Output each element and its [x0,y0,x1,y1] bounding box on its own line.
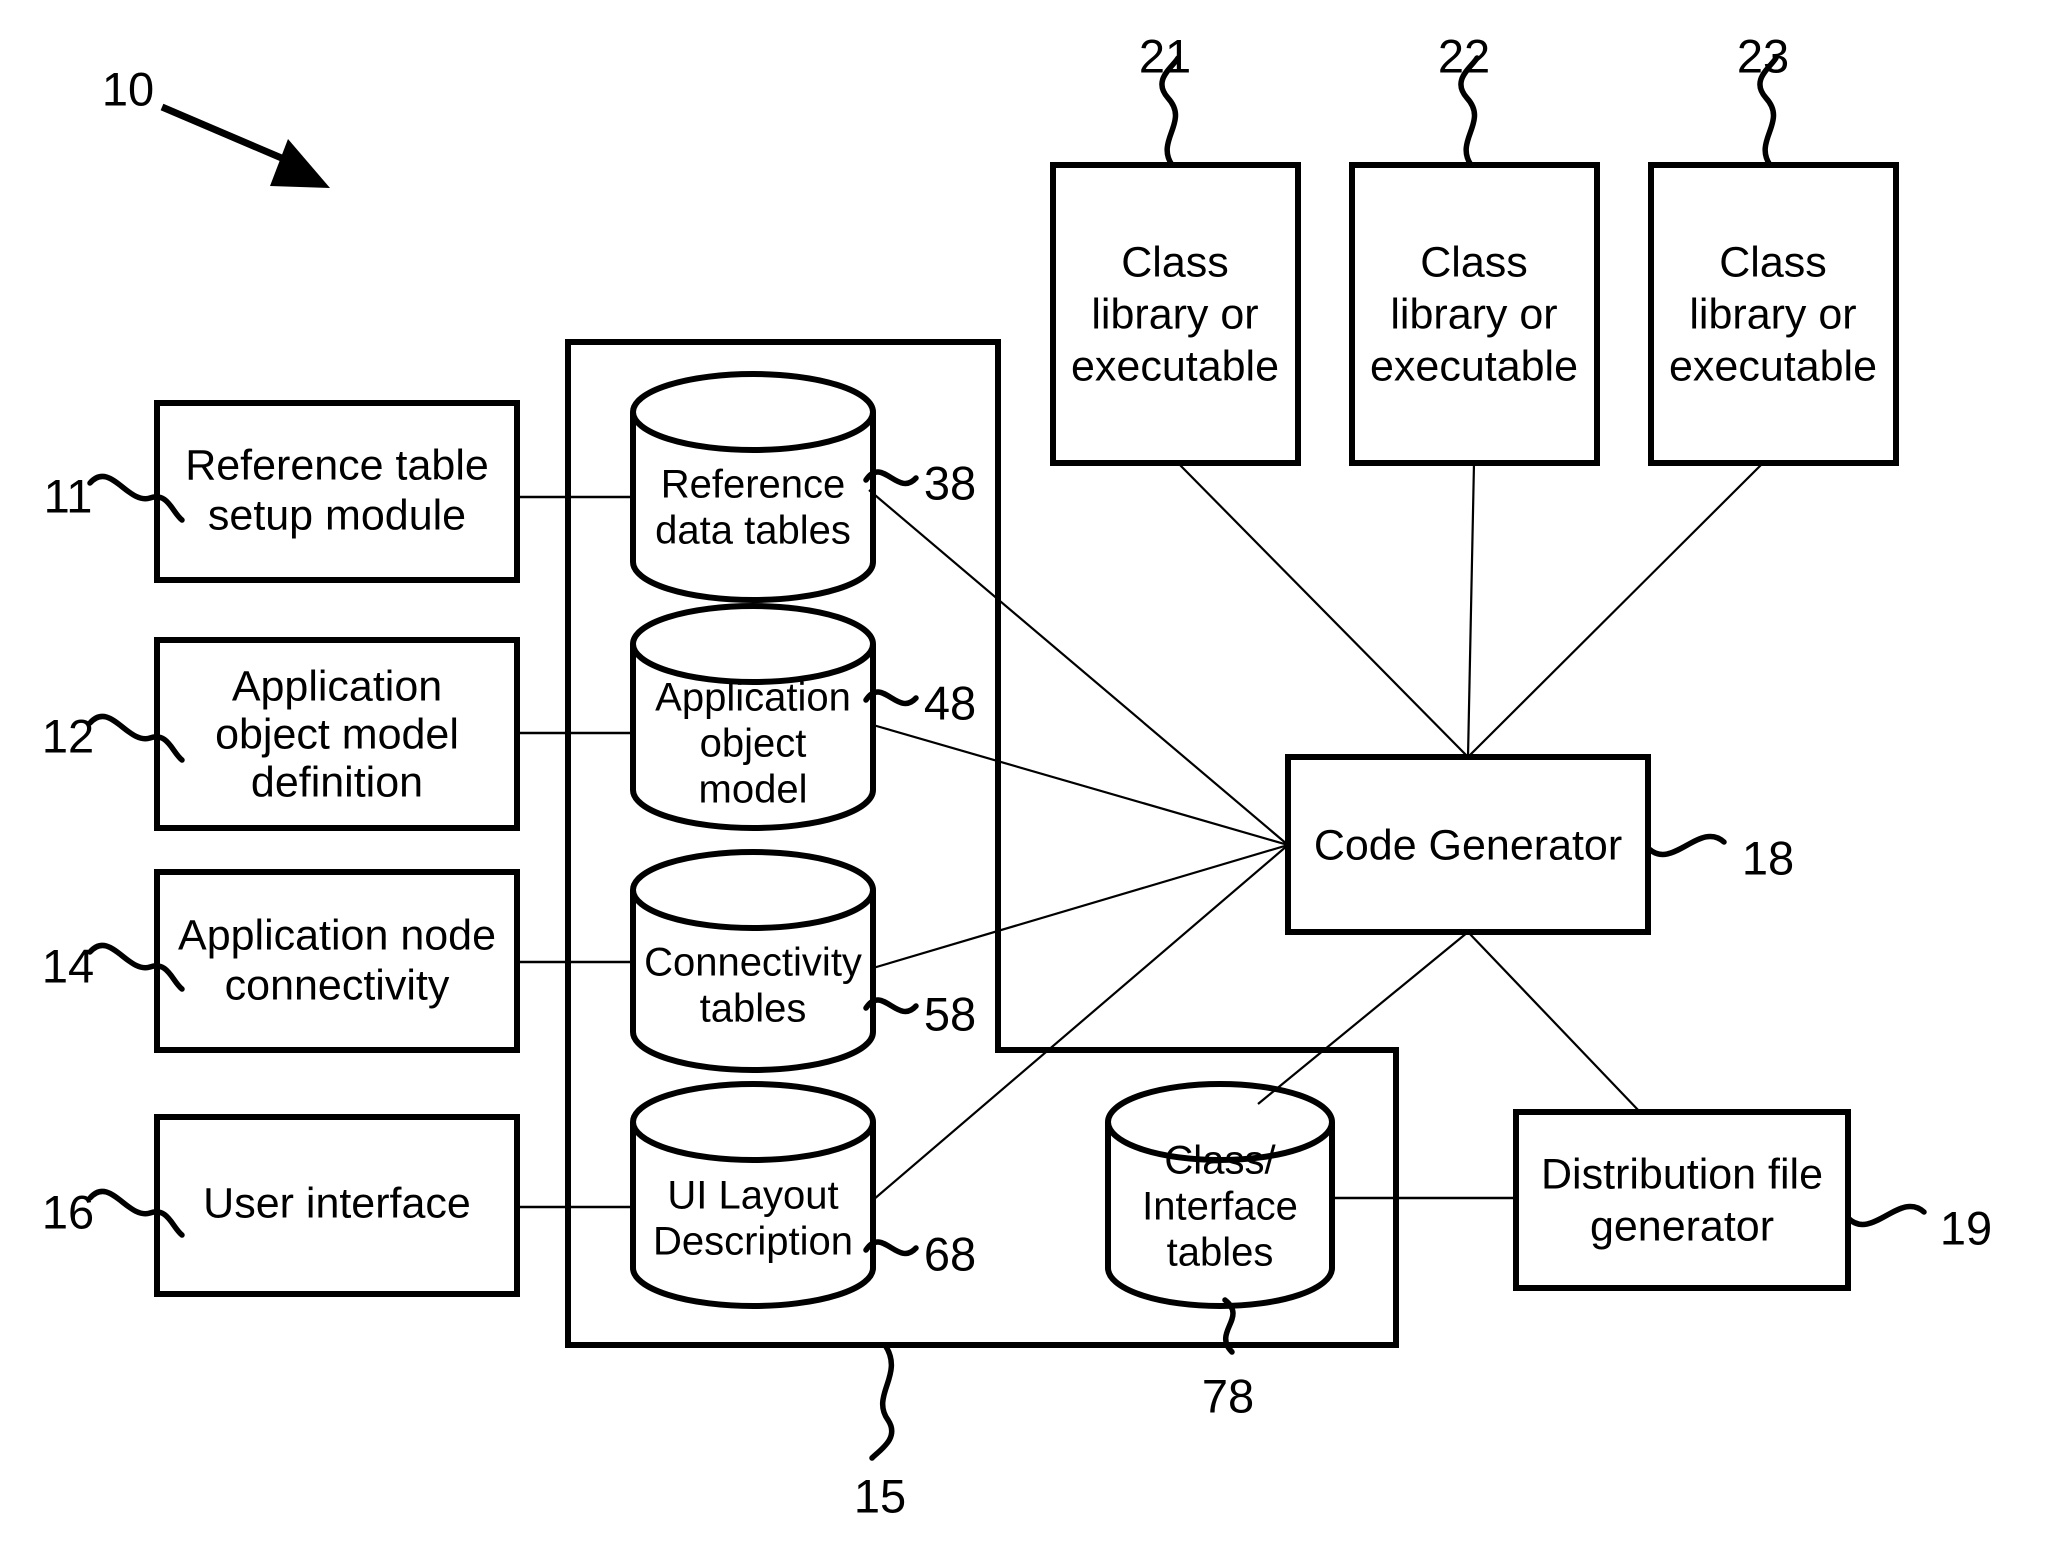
data-store-78-line1: Class/ [1164,1139,1276,1183]
data-store-connectivity-tables[interactable]: Connectivity tables 58 [630,849,976,1073]
data-store-68-line2: Description [653,1220,853,1264]
connector-code-generator-to-78 [1257,931,1469,1105]
data-store-78-ref-label: 78 [1202,1369,1254,1422]
input-module-12-line2: object model [215,710,459,758]
data-store-78-line2: Interface [1142,1185,1298,1229]
output-23-line2: library or [1689,290,1856,338]
input-module-11-ref-label: 11 [44,469,93,522]
data-store-58-line1: Connectivity [644,941,862,985]
input-module-16-line1: User interface [203,1179,471,1227]
input-module-12-line3: definition [251,758,423,806]
output-21-ref-label: 21 [1139,29,1191,82]
data-store-48-line2: object [700,722,807,766]
input-module-11-line1: Reference table [185,441,489,489]
input-module-12-ref-label: 12 [42,709,94,762]
data-store-48-ref-label: 48 [924,676,976,729]
output-class-library-23[interactable]: Class library or executable 23 [1648,29,1899,466]
output-23-line3: executable [1669,342,1877,390]
cylinder-38-top[interactable] [630,371,876,453]
data-store-78-line3: tables [1167,1231,1274,1275]
connector-code-generator-to-23 [1467,462,1764,758]
figure-reference-arrow: 10 [102,62,330,188]
distribution-generator-leader-squiggle [1845,1203,1927,1228]
data-store-38-line1: Reference [661,463,846,507]
output-21-line1: Class [1121,238,1229,286]
input-module-12-leader-squiggle [87,713,185,763]
figure-canvas: 10 15 Reference table setup module 11 Ap… [42,29,1992,1522]
data-store-58-ref-label: 58 [924,987,976,1040]
input-module-14-line1: Application node [178,911,496,959]
input-module-16-ref-label: 16 [42,1185,94,1238]
input-module-14-leader-squiggle [87,942,185,992]
input-module-12-line1: Application [232,662,442,710]
connector-code-generator-to-distribution-generator [1467,931,1641,1113]
repository-leader-squiggle [869,1342,895,1461]
code-generator[interactable]: Code Generator 18 [1285,754,1794,935]
connector-48-to-code-generator [872,723,1289,847]
connector-38-to-code-generator [868,489,1289,846]
data-store-48-line3: model [699,768,808,812]
output-22-line2: library or [1390,290,1557,338]
output-class-library-22[interactable]: Class library or executable 22 [1349,29,1600,466]
cylinder-58-top[interactable] [630,849,876,931]
distribution-generator-line1: Distribution file [1541,1150,1823,1198]
connector-code-generator-to-21 [1177,462,1469,758]
data-store-48-line1: Application [655,676,851,720]
data-store-68-line1: UI Layout [667,1174,838,1218]
input-module-16-leader-squiggle [87,1188,185,1238]
input-module-14-line2: connectivity [225,961,450,1009]
figure-reference-label: 10 [102,62,154,115]
input-module-11-line2: setup module [208,491,466,539]
connector-58-to-code-generator [872,843,1289,970]
distribution-generator-ref-label: 19 [1940,1201,1992,1254]
patent-figure-diagram: 10 15 Reference table setup module 11 Ap… [0,0,2053,1563]
distribution-generator-line2: generator [1590,1202,1774,1250]
input-module-11-leader-squiggle [87,473,185,523]
output-23-ref-label: 23 [1737,29,1789,82]
output-22-ref-label: 22 [1438,29,1490,82]
data-store-68-ref-label: 68 [924,1227,976,1280]
data-store-38-ref-label: 38 [924,456,976,509]
data-store-ui-layout-description[interactable]: UI Layout Description 68 [630,1081,976,1309]
distribution-file-generator[interactable]: Distribution file generator 19 [1513,1109,1992,1291]
cylinder-68-top[interactable] [630,1081,876,1163]
input-module-14-ref-label: 14 [42,939,94,992]
data-store-reference-data-tables[interactable]: Reference data tables 38 [630,371,976,603]
output-22-line1: Class [1420,238,1528,286]
data-store-application-object-model[interactable]: Application object model 48 [630,603,976,831]
output-21-line3: executable [1071,342,1279,390]
figure-arrow-head [270,139,330,188]
data-store-38-line2: data tables [655,509,851,553]
output-22-line3: executable [1370,342,1578,390]
connector-code-generator-to-22 [1466,462,1476,758]
output-class-library-21[interactable]: Class library or executable 21 [1050,29,1301,466]
output-23-line1: Class [1719,238,1827,286]
distribution-file-generator-box[interactable] [1513,1109,1851,1291]
repository-ref-label: 15 [854,1469,906,1522]
code-generator-ref-label: 18 [1742,831,1794,884]
output-21-line2: library or [1091,290,1258,338]
code-generator-leader-squiggle [1645,833,1727,858]
code-generator-label: Code Generator [1314,821,1622,869]
cylinder-48-top[interactable] [630,603,876,685]
data-store-class-interface-tables[interactable]: Class/ Interface tables 78 [1105,1081,1335,1422]
data-store-58-line2: tables [700,987,807,1031]
